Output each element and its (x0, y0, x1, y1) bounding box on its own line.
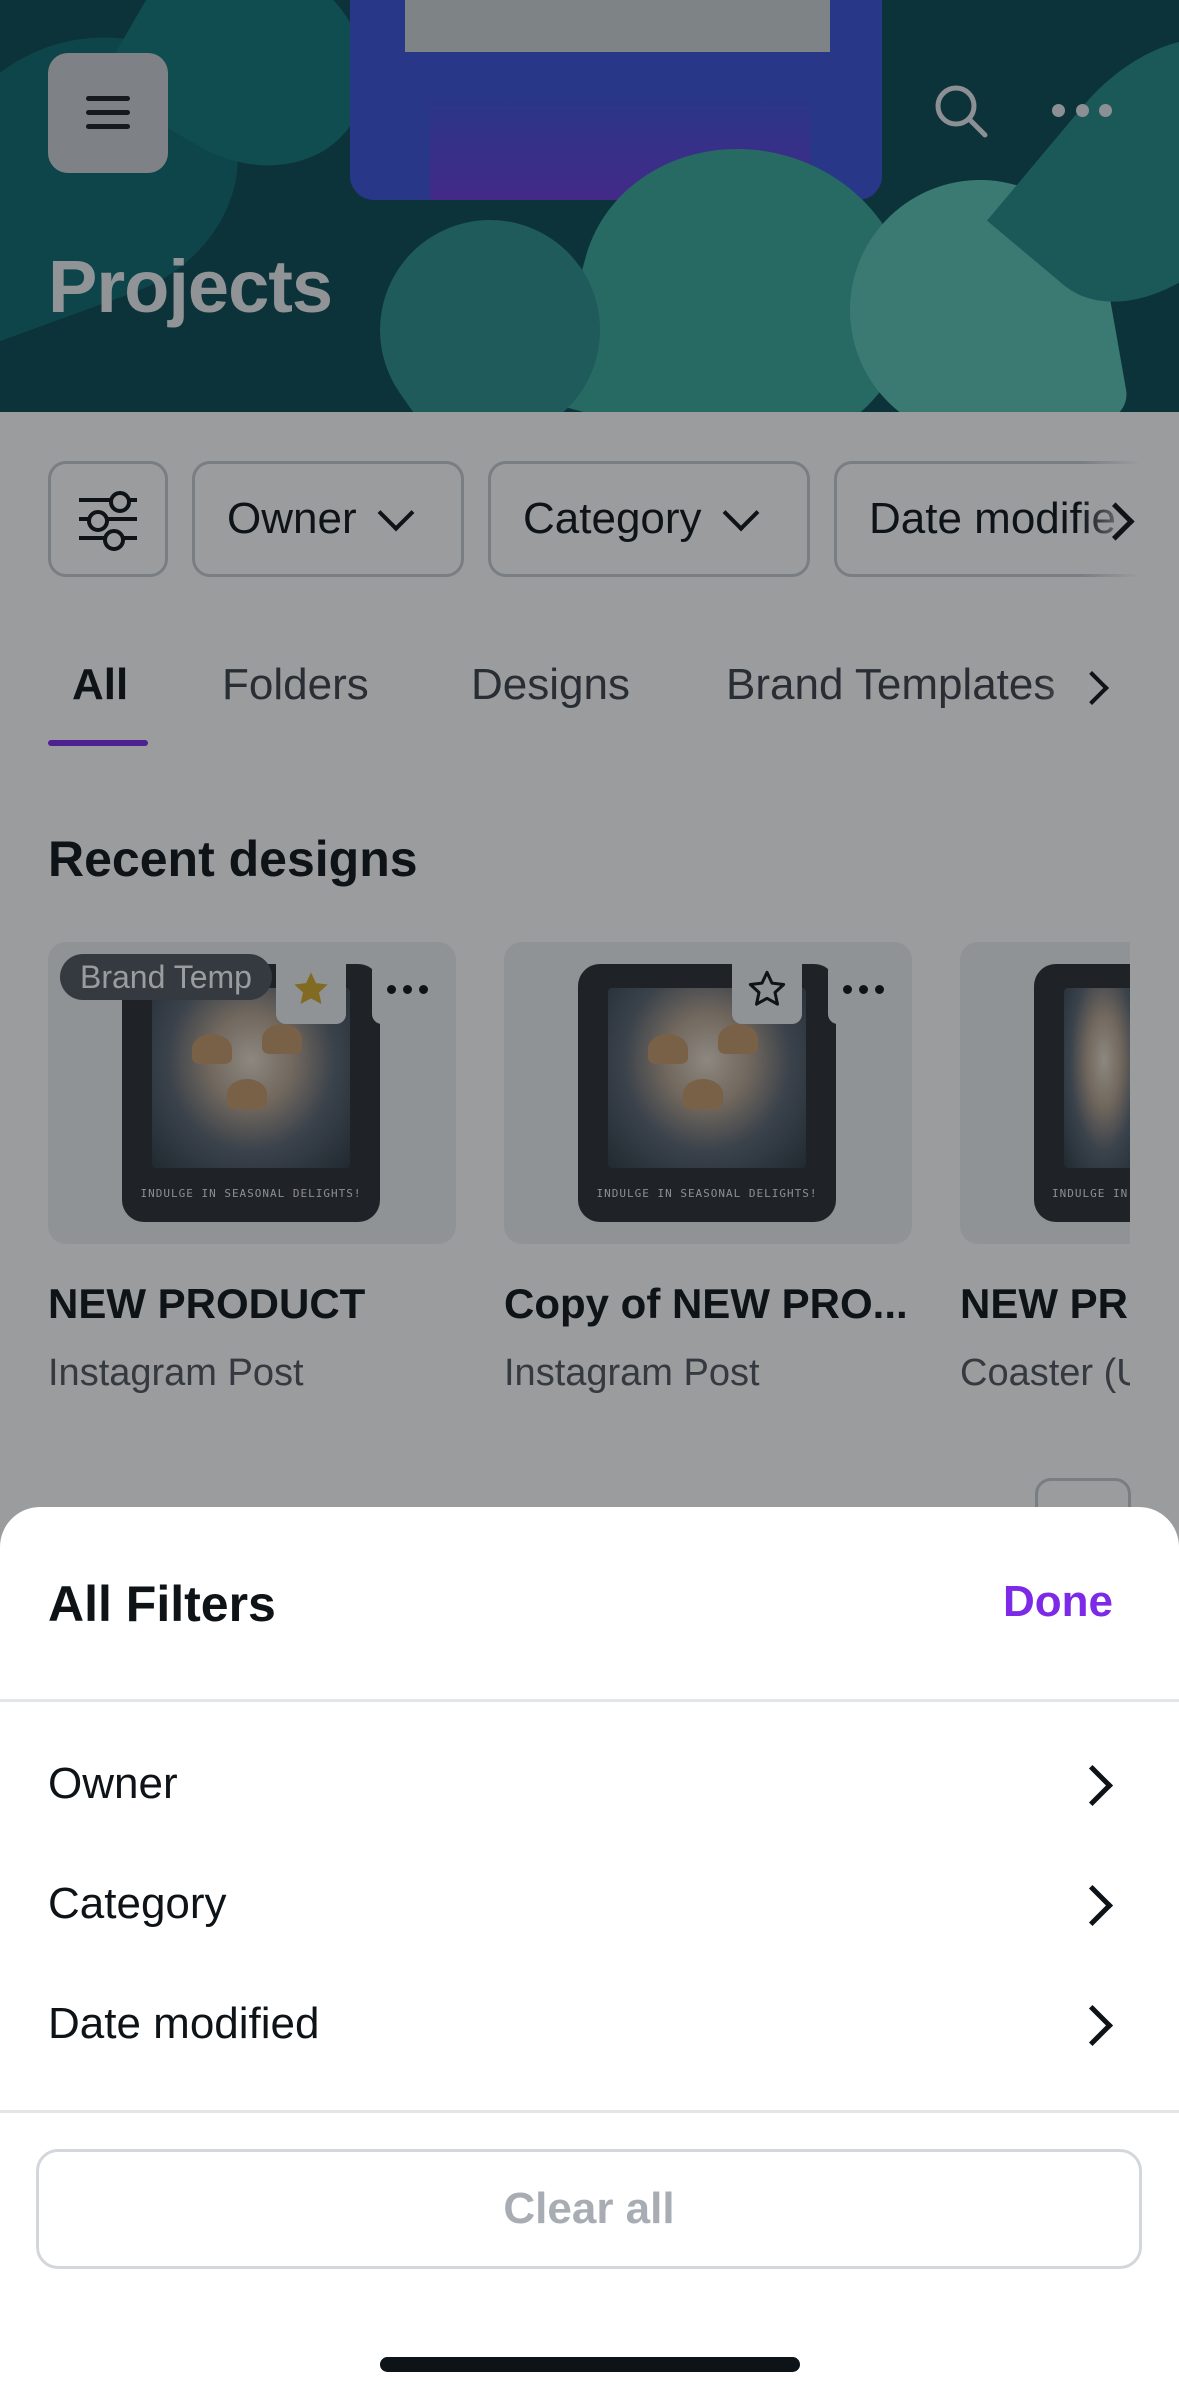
chevron-right-icon (1071, 1884, 1114, 1927)
filter-row-label: Date modified (48, 1999, 320, 2048)
filter-row-label: Category (48, 1879, 227, 1928)
sheet-title: All Filters (48, 1576, 276, 1632)
divider (0, 2110, 1179, 2113)
filter-row-category[interactable]: Category (0, 1849, 1179, 1959)
chevron-right-icon (1071, 2004, 1114, 2047)
all-filters-sheet: All Filters Done Owner Category Date mod… (0, 1507, 1179, 2396)
projects-screen: Projects Owner Category Date modifie All… (0, 0, 1179, 2396)
divider (0, 1699, 1179, 1702)
home-indicator (380, 2357, 800, 2372)
filter-row-date-modified[interactable]: Date modified (0, 1969, 1179, 2079)
clear-all-button[interactable]: Clear all (36, 2149, 1142, 2269)
filter-row-owner[interactable]: Owner (0, 1729, 1179, 1839)
done-button[interactable]: Done (1003, 1577, 1113, 1627)
filter-row-label: Owner (48, 1759, 178, 1808)
chevron-right-icon (1071, 1764, 1114, 1807)
